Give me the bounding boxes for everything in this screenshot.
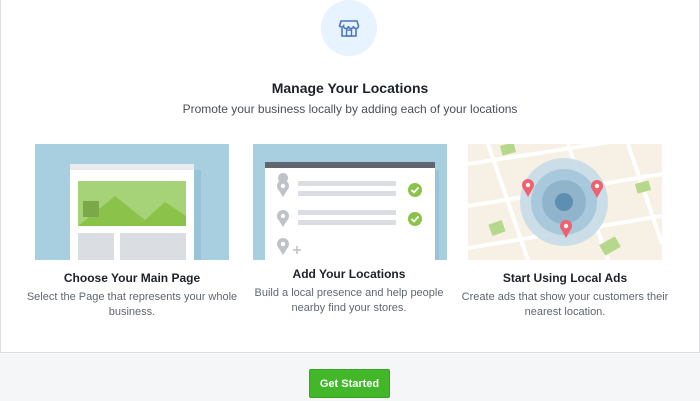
card-desc-main-page: Select the Page that represents your who…: [26, 291, 238, 318]
card-desc-local-ads: Create ads that show your customers thei…: [461, 291, 669, 318]
page-title: Manage Your Locations: [271, 80, 429, 96]
get-started-button[interactable]: Get Started: [309, 369, 390, 398]
card-title-add-locations: Add Your Locations: [292, 267, 406, 281]
card-title-local-ads: Start Using Local Ads: [502, 271, 628, 285]
card-desc-add-locations: Build a local presence and help people n…: [254, 287, 444, 314]
page-subtitle: Promote your business locally by adding …: [182, 102, 518, 116]
location-list-illustration: [253, 144, 447, 260]
storefront-icon: [338, 20, 360, 37]
map-pins-illustration: [468, 144, 662, 260]
card-title-main-page: Choose Your Main Page: [63, 271, 201, 285]
storefront-icon-badge: [321, 0, 377, 56]
page-layout-illustration: [35, 144, 229, 260]
